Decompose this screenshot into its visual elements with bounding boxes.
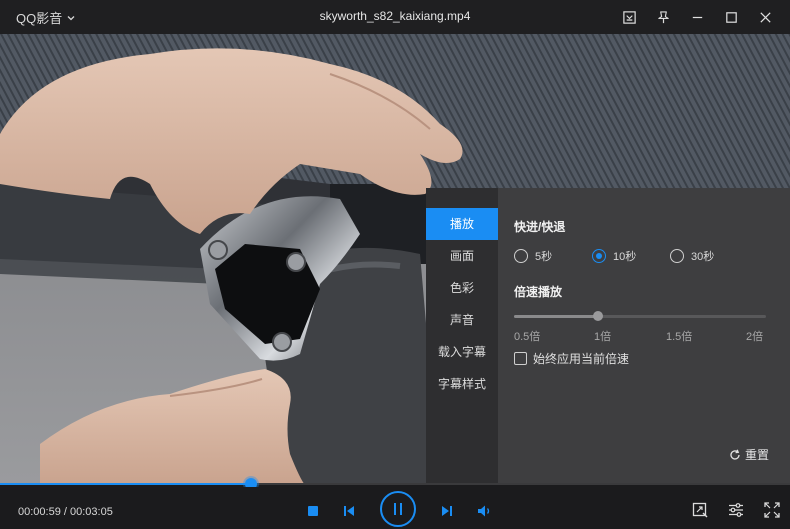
close-button[interactable]: [748, 2, 782, 32]
settings-nav: 播放 画面 色彩 声音 载入字幕 字幕样式: [426, 188, 498, 485]
settings-tab-color[interactable]: 色彩: [426, 272, 498, 304]
settings-sliders-icon: [729, 503, 743, 517]
pause-icon: [394, 503, 402, 515]
seek-option-label: 30秒: [691, 251, 715, 263]
speed-tick-label: 1.5倍: [666, 331, 693, 343]
reset-icon: [730, 449, 740, 460]
slider-fill: [514, 315, 598, 318]
fullscreen-button[interactable]: [762, 500, 782, 520]
seek-bar-played: [0, 483, 252, 485]
pin-icon: [657, 10, 669, 23]
seek-option-30s[interactable]: 30秒: [670, 248, 714, 264]
checkbox-box: [514, 352, 527, 365]
radio-circle: [670, 249, 684, 263]
seek-option-10s[interactable]: 10秒: [592, 248, 670, 264]
seek-section-title: 快进/快退: [514, 220, 566, 234]
settings-button[interactable]: [726, 500, 746, 520]
next-icon: [442, 506, 452, 516]
seek-option-label: 10秒: [613, 251, 637, 263]
seek-option-5s[interactable]: 5秒: [514, 248, 592, 264]
settings-tab-playback[interactable]: 播放: [426, 208, 498, 240]
previous-button[interactable]: [339, 501, 359, 521]
speed-tick-label: 1倍: [594, 331, 612, 343]
playback-speed-slider[interactable]: [514, 310, 766, 322]
volume-button[interactable]: [475, 501, 495, 521]
radio-circle: [514, 249, 528, 263]
time-display: 00:00:59 / 00:03:05: [18, 506, 113, 518]
screen-capture-icon: [692, 502, 708, 518]
speed-section-title: 倍速播放: [514, 285, 563, 299]
screenshot-button[interactable]: [612, 2, 646, 32]
settings-tab-load-subtitle[interactable]: 载入字幕: [426, 336, 498, 368]
fullscreen-icon: [764, 502, 780, 518]
reset-label: 重置: [744, 448, 769, 462]
radio-circle-selected: [592, 249, 606, 263]
always-apply-speed-checkbox[interactable]: 始终应用当前倍速: [514, 350, 790, 367]
seek-option-label: 5秒: [535, 251, 553, 263]
screen-capture-button[interactable]: [690, 500, 710, 520]
title-bar: QQ影音 skyworth_s82_kaixiang.mp4: [0, 0, 790, 34]
settings-tab-subtitle-style[interactable]: 字幕样式: [426, 368, 498, 400]
chevron-down-icon: [67, 15, 75, 20]
settings-content: 快进/快退 5秒 10秒 30秒 倍速播放 0.5倍 1倍 1.5倍 2倍 始终…: [498, 188, 790, 485]
maximize-icon: [725, 11, 737, 23]
slider-thumb[interactable]: [592, 311, 603, 321]
volume-icon: [478, 505, 490, 517]
minimize-icon: [692, 16, 702, 18]
minimize-button[interactable]: [680, 2, 714, 32]
speed-tick-label: 2倍: [746, 331, 764, 343]
control-bar: 00:00:59 / 00:03:05: [0, 487, 790, 529]
play-pause-button[interactable]: [380, 491, 416, 527]
speed-tick-label: 0.5倍: [514, 331, 541, 343]
app-brand-label: QQ影音: [16, 11, 63, 26]
stop-button[interactable]: [303, 501, 323, 521]
settings-tab-audio[interactable]: 声音: [426, 304, 498, 336]
seek-step-group: 5秒 10秒 30秒: [514, 247, 790, 265]
playback-settings-panel: 播放 画面 色彩 声音 载入字幕 字幕样式 快进/快退 5秒 10秒 30秒 倍…: [426, 188, 790, 485]
maximize-button[interactable]: [714, 2, 748, 32]
speed-tick-labels: 0.5倍 1倍 1.5倍 2倍: [514, 328, 766, 344]
app-menu-button[interactable]: QQ影音: [16, 8, 76, 27]
pin-on-top-button[interactable]: [646, 2, 680, 32]
previous-icon: [344, 506, 354, 516]
close-icon: [759, 11, 771, 23]
stop-icon: [308, 506, 318, 516]
settings-tab-picture[interactable]: 画面: [426, 240, 498, 272]
always-apply-speed-label: 始终应用当前倍速: [533, 352, 630, 366]
next-button[interactable]: [437, 501, 457, 521]
reset-button[interactable]: 重置: [729, 446, 769, 463]
screenshot-icon: [622, 10, 636, 24]
